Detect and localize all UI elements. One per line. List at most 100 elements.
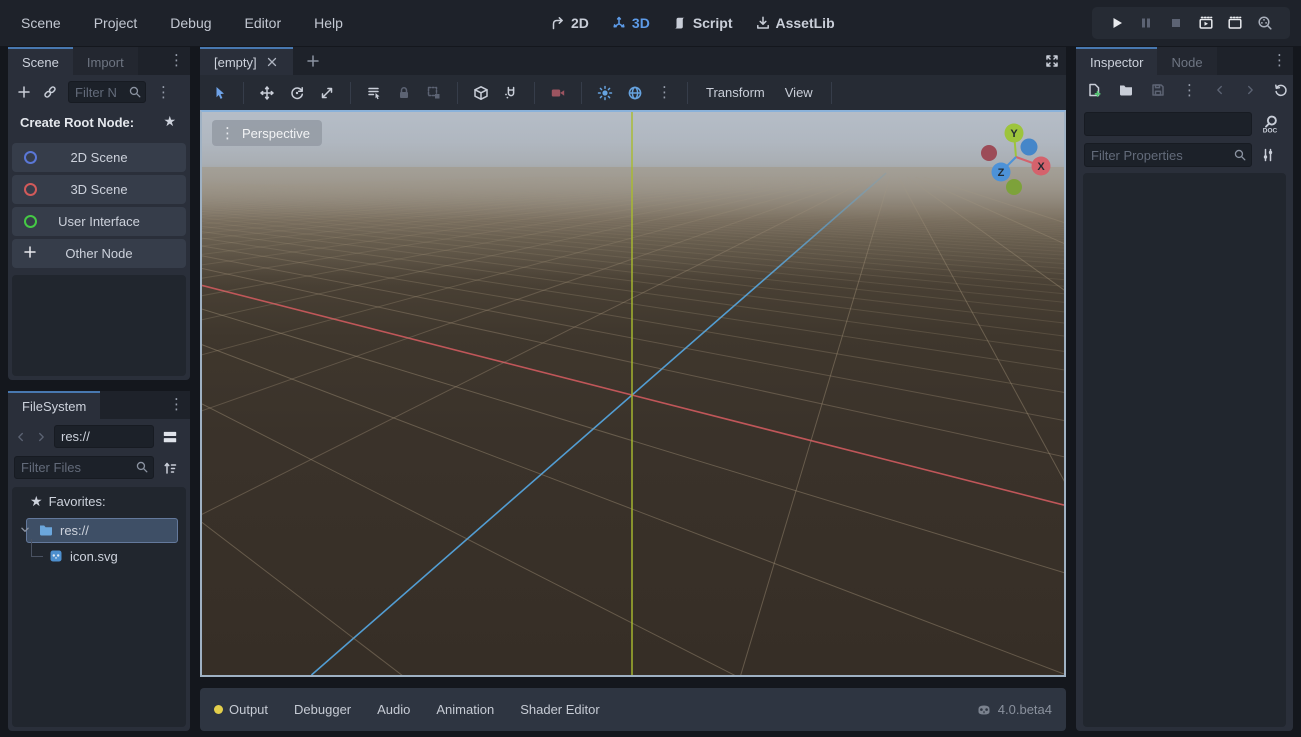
play-button[interactable] (1109, 15, 1125, 31)
history-forward-icon[interactable] (1243, 83, 1257, 97)
output-button[interactable]: Output (214, 702, 268, 717)
menu-editor[interactable]: Editor (239, 11, 288, 35)
viewport-menu-dots-icon: ⋮ (220, 126, 235, 141)
favorites-star-icon[interactable]: ★ (163, 115, 176, 129)
create-user-interface-button[interactable]: User Interface (12, 207, 186, 236)
grid-line (202, 177, 670, 675)
icon-svg-tree-item[interactable]: icon.svg (48, 548, 118, 564)
resource-extra-menu-icon[interactable]: ⋮ (1182, 83, 1197, 98)
history-forward-icon[interactable] (34, 430, 48, 444)
edit-history-icon[interactable] (1273, 82, 1289, 98)
perspective-button[interactable]: ⋮ Perspective (212, 120, 322, 146)
scene-toolbar-menu-icon[interactable]: ⋮ (156, 85, 171, 100)
move-tool-icon[interactable] (259, 85, 275, 101)
grid-line (202, 177, 636, 675)
inspector-object-input[interactable] (1084, 112, 1252, 136)
environment-globe-icon[interactable] (627, 85, 643, 101)
pause-button[interactable] (1138, 15, 1154, 31)
add-node-icon[interactable] (16, 84, 32, 100)
group-selected-icon[interactable] (426, 85, 442, 101)
grid-line (202, 177, 611, 675)
property-tools-icon[interactable] (1260, 147, 1276, 163)
shader-editor-label: Shader Editor (520, 702, 600, 717)
ruler-box-icon[interactable] (473, 85, 489, 101)
tab-filesystem[interactable]: FileSystem (8, 391, 100, 419)
filter-properties-input[interactable] (1084, 143, 1252, 167)
gizmo-neg-x[interactable] (981, 145, 997, 161)
gizmo-pos-z[interactable] (992, 163, 1011, 182)
menu-help[interactable]: Help (308, 11, 349, 35)
new-scene-tab-icon[interactable] (305, 53, 321, 69)
mode-script-button[interactable]: Script (672, 15, 733, 31)
file-name-label: icon.svg (70, 549, 118, 564)
save-resource-icon[interactable] (1150, 82, 1166, 98)
inspector-dock-menu-icon[interactable]: ⋮ (1272, 53, 1287, 68)
chevron-down-icon[interactable] (18, 523, 32, 537)
debugger-button[interactable]: Debugger (294, 702, 351, 717)
scene-dock-menu-icon[interactable]: ⋮ (169, 53, 184, 68)
view-axis-gizmo[interactable]: Y X Z (981, 124, 1051, 196)
tab-import[interactable]: Import (73, 47, 138, 75)
gizmo-neg-y[interactable] (1006, 179, 1022, 195)
filesystem-dock-menu-icon[interactable]: ⋮ (169, 397, 184, 412)
output-label: Output (229, 702, 268, 717)
rotate-tool-icon[interactable] (289, 85, 305, 101)
3d-viewport[interactable]: Y X Z ⋮ Perspective (202, 112, 1064, 675)
scene-tree-empty-area[interactable] (12, 275, 186, 376)
grid-line (907, 177, 1064, 675)
res-root-tree-item[interactable]: res:// (18, 522, 89, 538)
grid-line (202, 177, 552, 675)
shader-editor-button[interactable]: Shader Editor (520, 702, 600, 717)
menu-scene[interactable]: Scene (15, 11, 67, 35)
load-resource-folder-icon[interactable] (1118, 82, 1134, 98)
sun-lighting-icon[interactable] (597, 85, 613, 101)
camera-preview-icon[interactable] (550, 85, 566, 101)
expand-viewport-icon[interactable] (1044, 53, 1060, 69)
view-menu[interactable]: View (775, 85, 823, 100)
gizmo-pos-y[interactable] (1005, 124, 1024, 143)
play-custom-scene-button[interactable] (1227, 15, 1243, 31)
gizmo-neg-z[interactable] (1021, 139, 1038, 156)
grid-line (202, 285, 1064, 505)
create-2d-scene-button[interactable]: 2D Scene (12, 143, 186, 172)
tab-inspector[interactable]: Inspector (1076, 47, 1157, 75)
mode-3d-button[interactable]: 3D (611, 15, 650, 31)
instance-scene-link-icon[interactable] (42, 84, 58, 100)
split-view-toggle-icon[interactable] (160, 428, 180, 446)
scale-tool-icon[interactable] (319, 85, 335, 101)
environment-options-icon[interactable]: ⋮ (657, 85, 672, 100)
transform-menu[interactable]: Transform (696, 85, 775, 100)
root-option-label: 3D Scene (70, 182, 127, 197)
audio-button[interactable]: Audio (377, 702, 410, 717)
menu-debug[interactable]: Debug (164, 11, 217, 35)
history-back-icon[interactable] (1213, 83, 1227, 97)
create-other-node-button[interactable]: Other Node (12, 239, 186, 268)
grid-line (202, 209, 1064, 287)
select-tool-icon[interactable] (212, 85, 228, 101)
gizmo-pos-x[interactable] (1032, 157, 1051, 176)
sort-files-icon[interactable] (162, 460, 178, 476)
snap-magnet-icon[interactable] (503, 85, 519, 101)
new-resource-icon[interactable] (1086, 82, 1102, 98)
stop-button[interactable] (1168, 15, 1184, 31)
movie-maker-button[interactable] (1257, 15, 1273, 31)
list-select-tool-icon[interactable] (366, 85, 382, 101)
tab-empty-scene[interactable]: [empty] (200, 47, 293, 75)
favorites-tree-item[interactable]: ★ Favorites: (30, 494, 106, 509)
grid-line (915, 177, 1064, 675)
play-scene-button[interactable] (1198, 15, 1214, 31)
menu-project[interactable]: Project (88, 11, 144, 35)
animation-button[interactable]: Animation (436, 702, 494, 717)
tab-node[interactable]: Node (1157, 47, 1216, 75)
mode-2d-button[interactable]: 2D (550, 15, 589, 31)
search-docs-icon[interactable]: DOC (1260, 114, 1280, 134)
create-3d-scene-button[interactable]: 3D Scene (12, 175, 186, 204)
filter-files-input[interactable] (14, 456, 154, 479)
lock-selected-icon[interactable] (396, 85, 412, 101)
tab-scene[interactable]: Scene (8, 47, 73, 75)
close-icon[interactable] (265, 55, 279, 69)
mode-assetlib-button[interactable]: AssetLib (755, 15, 835, 31)
audio-label: Audio (377, 702, 410, 717)
resource-path-input[interactable] (54, 425, 154, 448)
history-back-icon[interactable] (14, 430, 28, 444)
